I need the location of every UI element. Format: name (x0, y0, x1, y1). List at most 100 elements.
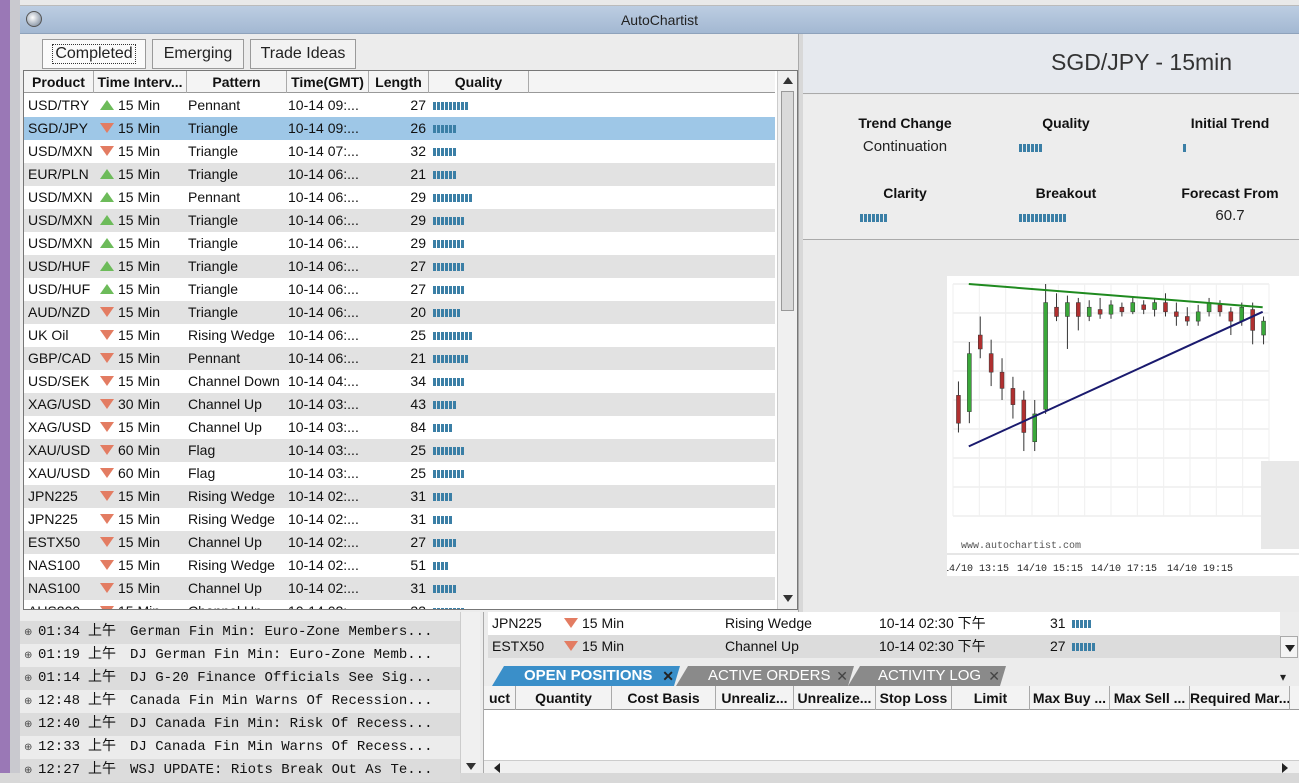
scroll-up-icon[interactable] (783, 77, 793, 84)
positions-col[interactable]: Unrealiz... (716, 686, 794, 710)
tab-trade-ideas[interactable]: Trade Ideas (250, 39, 356, 69)
table-row[interactable]: UK Oil 15 Min Rising Wedge 10-14 06:... 25 (24, 324, 775, 347)
close-icon[interactable]: ✕ (662, 666, 674, 686)
table-row[interactable]: JPN225 15 Min Rising Wedge 10-14 02:... 31 (24, 508, 775, 531)
positions-hscrollbar[interactable] (484, 760, 1299, 773)
length-cell: 84 (410, 419, 426, 435)
table-row[interactable]: SGD/JPY 15 Min Triangle 10-14 09:... 26 (24, 117, 775, 140)
positions-col[interactable]: Max Sell ... (1110, 686, 1190, 710)
table-row[interactable]: GBP/CAD 15 Min Pennant 10-14 06:... 21 (24, 347, 775, 370)
expand-icon[interactable]: ⊕ (24, 622, 34, 645)
tab-completed[interactable]: Completed (42, 39, 146, 69)
news-item[interactable]: ⊕ 12:48 上午 Canada Fin Min Warns Of Recessio… (20, 690, 460, 713)
expand-icon[interactable]: ⊕ (24, 691, 34, 714)
product-cell: NAS100 (28, 557, 81, 573)
quality-rating (433, 562, 449, 570)
tab-open-positions[interactable]: OPEN POSITIONS ✕ (504, 666, 680, 686)
table-row[interactable]: USD/TRY 15 Min Pennant 10-14 09:... 27 (24, 94, 775, 117)
tab-emerging[interactable]: Emerging (152, 39, 244, 69)
tab-activity-log[interactable]: ACTIVITY LOG ✕ (858, 666, 1006, 686)
news-scrollbar[interactable] (460, 612, 480, 773)
table-row[interactable]: USD/HUF 15 Min Triangle 10-14 06:... 27 (24, 278, 775, 301)
initial-trend-label: Initial Trend (1190, 115, 1270, 131)
positions-col[interactable]: Quantity (516, 686, 612, 710)
table-row[interactable]: JPN225 15 Min Rising Wedge 10-14 02:... 31 (24, 485, 775, 508)
table-row[interactable]: NAS100 15 Min Rising Wedge 10-14 02:... 51 (24, 554, 775, 577)
table-row[interactable]: XAU/USD 60 Min Flag 10-14 03:... 25 (24, 439, 775, 462)
expand-icon[interactable]: ⊕ (24, 645, 34, 668)
positions-col[interactable]: Unrealize... (794, 686, 876, 710)
arrow-down-icon (100, 491, 114, 501)
expand-icon[interactable]: ⊕ (24, 668, 34, 691)
table-row[interactable]: XAG/USD 30 Min Channel Up 10-14 03:... 43 (24, 393, 775, 416)
pattern-cell: Rising Wedge (725, 615, 812, 631)
pattern-cell: Rising Wedge (188, 327, 275, 343)
desktop-edge (0, 0, 10, 773)
scroll-left-icon[interactable] (494, 763, 500, 773)
col-pattern[interactable]: Pattern (187, 71, 287, 93)
col-time-interval[interactable]: Time Interv... (94, 71, 187, 93)
product-cell: ESTX50 (28, 534, 81, 550)
trade-row[interactable]: ESTX50 15 Min Channel Up 10-14 02:30 下午 27 (488, 635, 1280, 658)
grid-scrollbar[interactable] (777, 71, 797, 609)
table-row[interactable]: USD/SEK 15 Min Channel Down 10-14 04:... 34 (24, 370, 775, 393)
length-cell: 29 (410, 235, 426, 251)
news-item[interactable]: ⊕ 12:40 上午 DJ Canada Fin Min: Risk Of Reces… (20, 713, 460, 736)
positions-col[interactable]: Required Mar... (1190, 686, 1290, 710)
trade-row[interactable]: JPN225 15 Min Rising Wedge 10-14 02:30 下午 31 (488, 612, 1280, 635)
trend-change-value: Continuation (862, 138, 948, 155)
table-row[interactable]: USD/MXN 15 Min Triangle 10-14 06:... 29 (24, 209, 775, 232)
pattern-cell: Triangle (188, 120, 239, 136)
close-icon[interactable]: ✕ (836, 666, 848, 686)
news-item[interactable]: ⊕ 12:33 上午 DJ Canada Fin Min Warns Of Reces… (20, 736, 460, 759)
expand-icon[interactable]: ⊕ (24, 714, 34, 737)
scroll-down-icon[interactable] (783, 595, 793, 602)
expand-icon[interactable]: ⊕ (24, 760, 34, 783)
col-quality[interactable]: Quality (429, 71, 529, 93)
candle-body (999, 371, 1005, 389)
trade-list-dropdown[interactable] (1280, 636, 1298, 658)
table-row[interactable]: USD/MXN 15 Min Triangle 10-14 07:... 32 (24, 140, 775, 163)
interval-cell: 60 Min (118, 465, 161, 481)
table-row[interactable]: AUD/NZD 15 Min Triangle 10-14 06:... 20 (24, 301, 775, 324)
positions-col[interactable]: Cost Basis (612, 686, 716, 710)
product-cell: USD/HUF (28, 281, 91, 297)
news-item[interactable]: ⊕ 01:34 上午 German Fin Min: Euro-Zone Member… (20, 621, 460, 644)
positions-col[interactable]: Stop Loss (876, 686, 952, 710)
tab-active-orders[interactable]: ACTIVE ORDERS ✕ (688, 666, 854, 686)
news-item[interactable]: ⊕ 01:19 上午 DJ German Fin Min: Euro-Zone Mem… (20, 644, 460, 667)
pattern-chart[interactable]: www.autochartist.com 14/10 13:15 14/10 15:… (943, 276, 1299, 576)
expand-icon[interactable]: ⊕ (24, 737, 34, 760)
col-length[interactable]: Length (369, 71, 429, 93)
scroll-thumb[interactable] (781, 91, 794, 311)
quality-rating (433, 608, 465, 609)
scroll-right-icon[interactable] (1282, 763, 1288, 773)
interval-cell: 15 Min (582, 615, 625, 631)
news-item[interactable]: ⊕ 12:27 上午 WSJ UPDATE: Riots Break Out As T… (20, 759, 460, 782)
close-icon[interactable]: ✕ (988, 666, 1000, 686)
col-product[interactable]: Product (24, 71, 94, 93)
table-row[interactable]: XAG/USD 15 Min Channel Up 10-14 03:... 84 (24, 416, 775, 439)
positions-col[interactable]: uct (484, 686, 516, 710)
tab-trade-ideas-label: Trade Ideas (260, 45, 346, 62)
candle-body (1108, 304, 1114, 315)
candle-body (1261, 320, 1266, 336)
col-time-gmt[interactable]: Time(GMT) (287, 71, 369, 93)
table-row[interactable]: AUS200 15 MinChannel Up10-14 02:...33 (24, 600, 775, 609)
table-row[interactable]: XAU/USD 60 Min Flag 10-14 03:... 25 (24, 462, 775, 485)
news-scroll-down-icon[interactable] (466, 763, 476, 770)
table-row[interactable]: USD/HUF 15 Min Triangle 10-14 06:... 27 (24, 255, 775, 278)
tabs-menu-icon[interactable]: ▾ (1280, 670, 1286, 684)
quality-rating (433, 470, 465, 478)
table-row[interactable]: NAS100 15 Min Channel Up 10-14 02:... 31 (24, 577, 775, 600)
positions-col[interactable]: Limit (952, 686, 1030, 710)
table-row[interactable]: ESTX50 15 Min Channel Up 10-14 02:... 27 (24, 531, 775, 554)
positions-col[interactable]: Max Buy ... (1030, 686, 1110, 710)
candle-body (1239, 306, 1245, 322)
table-row[interactable]: USD/MXN 15 Min Triangle 10-14 06:... 29 (24, 232, 775, 255)
table-row[interactable]: EUR/PLN 15 Min Triangle 10-14 06:... 21 (24, 163, 775, 186)
interval-cell: 15 Min (118, 350, 161, 366)
news-item[interactable]: ⊕ 01:14 上午 DJ G-20 Finance Officials See Si… (20, 667, 460, 690)
length-cell: 32 (410, 143, 426, 159)
table-row[interactable]: USD/MXN 15 Min Pennant 10-14 06:... 29 (24, 186, 775, 209)
